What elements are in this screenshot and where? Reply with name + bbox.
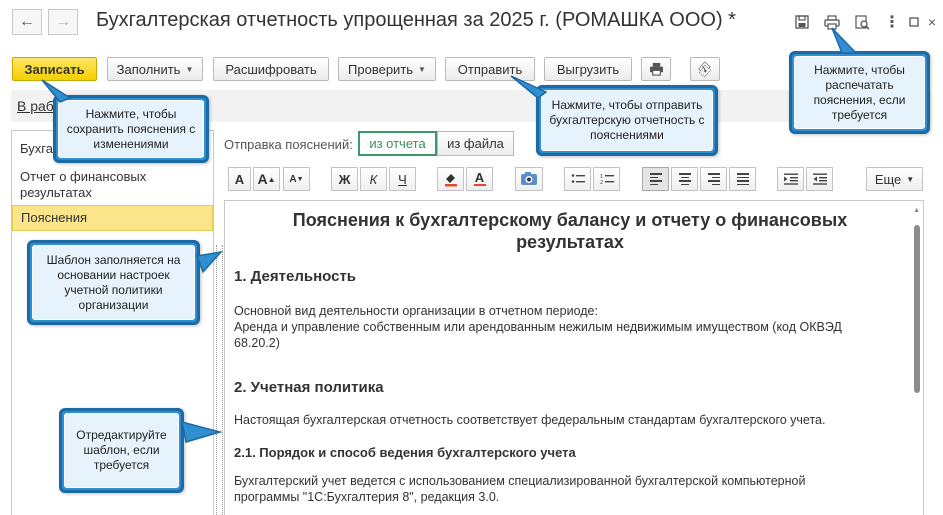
insert-image-icon: [521, 172, 537, 185]
align-justify-icon: [736, 173, 749, 185]
close-icon[interactable]: ×: [922, 12, 942, 32]
callout-print-pointer: [831, 27, 858, 54]
subsection-heading: 2.1. Порядок и способ ведения бухгалтерс…: [234, 445, 576, 460]
paragraph: Бухгалтерский учет ведется с использован…: [234, 474, 806, 488]
numbered-list-button[interactable]: 12: [593, 167, 620, 191]
scroll-up-icon[interactable]: ▲: [913, 207, 920, 214]
indent-decrease-icon: [812, 173, 827, 185]
font-decrease-button[interactable]: A ▼: [283, 167, 310, 191]
paragraph: Настоящая бухгалтерская отчетность соотв…: [234, 413, 826, 427]
callout-print: Нажмите, чтобы распечатать пояснения, ес…: [789, 51, 930, 134]
paragraph: Основной вид деятельности организации в …: [234, 304, 598, 318]
font-increase-button[interactable]: A ▲: [253, 167, 280, 191]
callout-save: Нажмите, чтобы сохранить пояснения с изм…: [53, 95, 209, 163]
font-button[interactable]: A: [228, 167, 251, 191]
back-button[interactable]: ←: [12, 9, 42, 35]
section-heading: 1. Деятельность: [234, 268, 357, 285]
back-arrow-icon: ←: [19, 13, 35, 30]
more-vertical-icon[interactable]: ⋮: [882, 12, 902, 32]
from-report-toggle[interactable]: из отчета: [358, 131, 437, 156]
chevron-down-icon: ▼: [185, 64, 194, 74]
indent-decrease-button[interactable]: [806, 167, 833, 191]
connector-line: [216, 245, 217, 515]
align-right-button[interactable]: [700, 167, 727, 191]
align-justify-button[interactable]: [729, 167, 756, 191]
align-center-icon: [678, 173, 691, 185]
window-title: Бухгалтерская отчетность упрощенная за 2…: [96, 9, 736, 31]
sidebar-item-financial-results[interactable]: Отчет о финансовых результатах: [12, 169, 182, 201]
forward-button[interactable]: →: [48, 9, 78, 35]
sidebar-item-explanations[interactable]: Пояснения: [12, 205, 213, 231]
text-color-button[interactable]: A: [466, 167, 493, 191]
print-icon: [649, 62, 663, 76]
callout-edit-pointer: [181, 420, 223, 443]
decode-button[interactable]: Расшифровать: [213, 57, 329, 81]
svg-text:2: 2: [600, 180, 603, 185]
align-right-icon: [707, 173, 720, 185]
callout-save-pointer: [41, 79, 72, 103]
print-button[interactable]: [641, 57, 671, 81]
attach-button[interactable]: ⎘: [690, 57, 720, 81]
insert-image-button[interactable]: [515, 167, 543, 191]
bullet-list-button[interactable]: [564, 167, 591, 191]
export-button[interactable]: Выгрузить: [544, 57, 632, 81]
forward-arrow-icon: →: [55, 13, 71, 30]
align-left-icon: [649, 173, 662, 185]
chevron-down-icon: ▼: [906, 174, 915, 184]
document-title: Пояснения к бухгалтерскому балансу и отч…: [292, 210, 848, 230]
chevron-down-icon: ▼: [418, 64, 426, 74]
indent-increase-button[interactable]: [777, 167, 804, 191]
bold-button[interactable]: Ж: [331, 167, 358, 191]
more-button[interactable]: Еще ▼: [866, 167, 923, 191]
align-center-button[interactable]: [671, 167, 698, 191]
from-file-toggle[interactable]: из файла: [437, 131, 514, 156]
document-title-line2: результатах: [516, 232, 624, 252]
align-left-button[interactable]: [642, 167, 669, 191]
fill-color-button[interactable]: [437, 167, 464, 191]
paperclip-icon: ⎘: [695, 58, 715, 79]
paragraph: программы "1С:Бухгалтерия 8", редакция 3…: [234, 490, 500, 504]
paragraph: Аренда и управление собственным или арен…: [234, 320, 842, 334]
callout-template: Шаблон заполняется на основании настроек…: [27, 240, 200, 325]
section-heading: 2. Учетная политика: [234, 379, 384, 396]
indent-increase-icon: [783, 173, 798, 185]
callout-send-pointer: [510, 75, 548, 99]
callout-send: Нажмите, чтобы отправить бухгалтерскую о…: [536, 85, 718, 156]
numbered-list-icon: 12: [600, 174, 614, 185]
italic-button[interactable]: К: [360, 167, 387, 191]
save-disk-icon[interactable]: [792, 12, 812, 32]
document-editor[interactable]: Пояснения к бухгалтерскому балансу и отч…: [224, 200, 924, 515]
fill-color-icon: [444, 174, 457, 187]
callout-edit: Отредактируйте шаблон, если требуется: [59, 408, 184, 493]
maximize-icon[interactable]: [904, 12, 924, 32]
callout-template-pointer: [195, 250, 223, 274]
bullet-list-icon: [571, 174, 585, 183]
check-button[interactable]: Проверить ▼: [338, 57, 436, 81]
connector-line: [222, 245, 223, 515]
fill-button[interactable]: Заполнить ▼: [107, 57, 203, 81]
scrollbar-thumb[interactable]: [914, 225, 920, 393]
underline-button[interactable]: Ч: [389, 167, 416, 191]
paragraph: 68.20.2): [234, 336, 280, 350]
send-explanations-label: Отправка пояснений:: [224, 137, 353, 152]
